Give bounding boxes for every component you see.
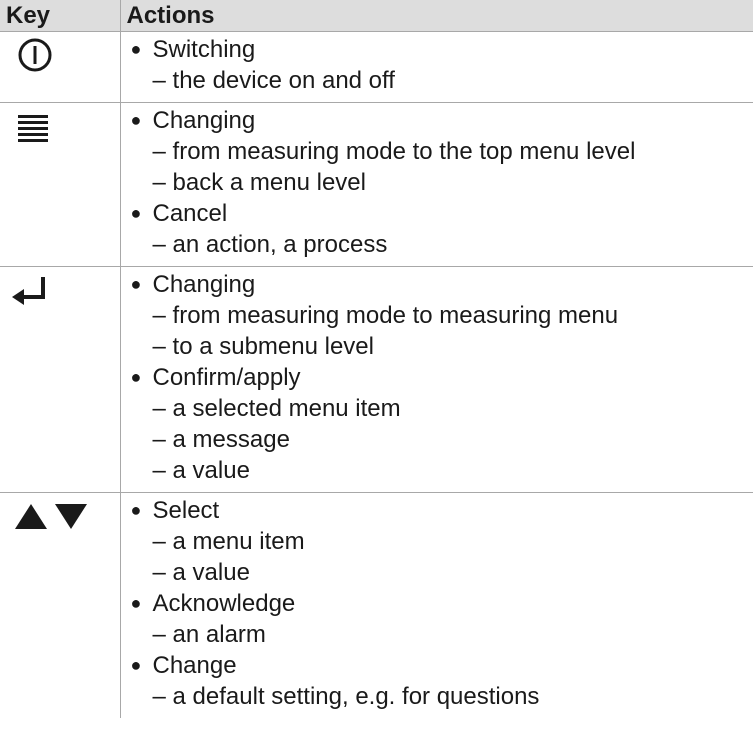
dash: – [152,683,166,710]
menu-icon [18,115,48,142]
bullet-dot: ● [130,655,142,675]
table-row: ● Switching – the device on and off [0,31,753,103]
sub-list-item: – a selected menu item [152,395,401,422]
sub-list-item: – an alarm [152,621,266,648]
list-item: ● Confirm/apply [130,364,301,391]
dash: – [152,426,166,453]
sub-list-item: – an action, a process [152,231,388,258]
up-down-arrows-icon [15,504,87,529]
table-row: ● Changing – from measuring mode to measu… [0,266,753,493]
bullet-dot: ● [130,274,142,294]
bullet-dot: ● [130,39,142,59]
dash: – [152,67,166,94]
power-icon [18,38,52,72]
list-item: ● Cancel [130,200,228,227]
bullet-dot: ● [130,110,142,130]
keys-table: Key Actions ● Switching – the device on a… [0,0,753,718]
dash: – [152,333,166,360]
actions-cell: ● Changing – from measuring mode to the t… [119,102,753,267]
actions-cell: ● Select – a menu item – a value ● Acknowl… [119,492,753,718]
sub-list-item: – to a submenu level [152,333,375,360]
dash: – [152,138,166,165]
header-row: Key Actions [0,0,753,32]
sub-list-item: – from measuring mode to the top menu le… [152,138,636,165]
actions-cell: ● Changing – from measuring mode to measu… [119,266,753,493]
header-actions: Actions [119,0,753,32]
sub-list-item: – the device on and off [152,67,395,94]
key-cell [0,31,120,103]
dash: – [152,231,166,258]
list-item: ● Changing [130,271,256,298]
bullet-dot: ● [130,593,142,613]
sub-list-item: – a value [152,559,250,586]
bullet-dot: ● [130,500,142,520]
key-cell [0,102,120,267]
key-cell [0,266,120,493]
actions-cell: ● Switching – the device on and off [119,31,753,103]
list-item: ● Changing [130,107,256,134]
list-item: ● Select [130,497,220,524]
list-item: ● Change [130,652,237,679]
enter-icon [12,277,45,305]
list-item: ● Switching [130,36,256,63]
dash: – [152,302,166,329]
header-key: Key [0,0,120,32]
sub-list-item: – a message [152,426,290,453]
dash: – [152,528,166,555]
sub-list-item: – from measuring mode to measuring menu [152,302,619,329]
sub-list-item: – a menu item [152,528,305,555]
sub-list-item: – a default setting, e.g. for questions [152,683,540,710]
dash: – [152,621,166,648]
dash: – [152,559,166,586]
dash: – [152,169,166,196]
dash: – [152,457,166,484]
bullet-dot: ● [130,367,142,387]
table-row: ● Select – a menu item – a value ● Acknowl… [0,492,753,719]
dash: – [152,395,166,422]
sub-list-item: – back a menu level [152,169,366,196]
table-row: ● Changing – from measuring mode to the t… [0,102,753,267]
list-item: ● Acknowledge [130,590,296,617]
sub-list-item: – a value [152,457,250,484]
bullet-dot: ● [130,203,142,223]
key-cell [0,493,120,719]
